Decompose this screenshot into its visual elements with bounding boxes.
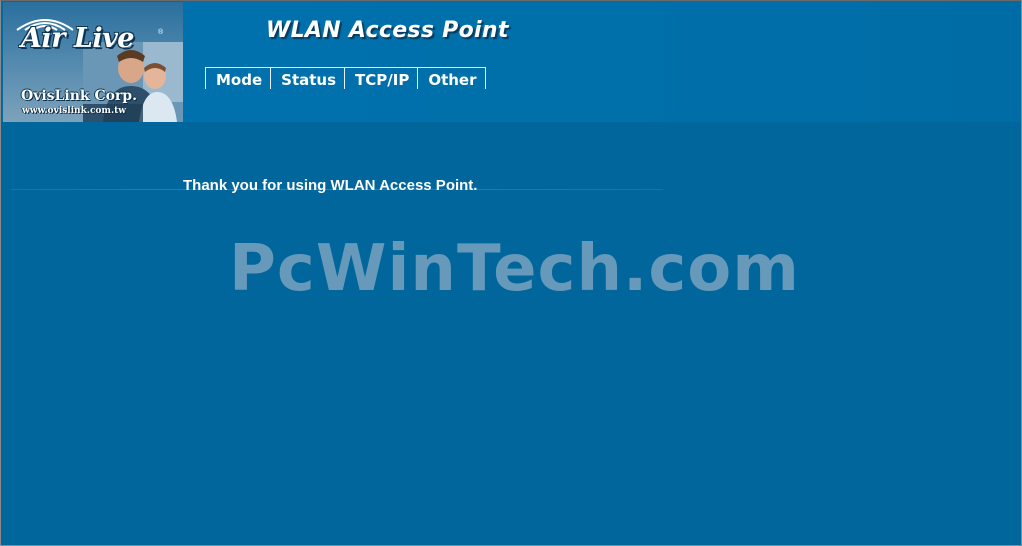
watermark-text: PcWinTech.com	[229, 232, 800, 306]
logo-company-text: OvisLink Corp.	[21, 88, 137, 104]
main-content: Thank you for using WLAN Access Point. P…	[1, 122, 1021, 545]
logo-brand-text: Air Live	[21, 23, 134, 54]
nav-item-other[interactable]: Other	[417, 67, 486, 89]
browser-frame: Air Live ® OvisLink Corp. www.ovislink.c…	[0, 0, 1022, 546]
airlive-logo: Air Live ® OvisLink Corp. www.ovislink.c…	[3, 2, 183, 122]
nav-item-tcpip[interactable]: TCP/IP	[344, 67, 418, 89]
logo-url-text: www.ovislink.com.tw	[22, 106, 126, 116]
registered-mark: ®	[158, 29, 164, 36]
nav-item-status[interactable]: Status	[270, 67, 345, 89]
nav-item-mode[interactable]: Mode	[205, 67, 271, 89]
page-title: WLAN Access Point	[266, 18, 509, 43]
thank-you-message: Thank you for using WLAN Access Point.	[183, 177, 478, 194]
main-nav: Mode Status TCP/IP Other	[205, 67, 486, 89]
header-bar: Air Live ® OvisLink Corp. www.ovislink.c…	[1, 1, 1021, 122]
